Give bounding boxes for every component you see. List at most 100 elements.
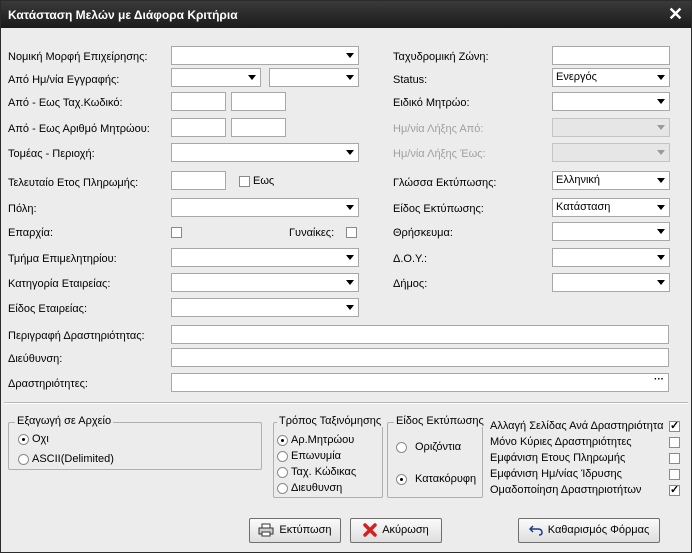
chevron-down-icon[interactable] [342,144,358,161]
status-label: Status: [393,74,428,86]
chevron-down-icon [653,144,669,161]
chevron-down-icon[interactable] [244,69,260,86]
undo-icon [528,525,543,536]
sort-radio-name[interactable] [277,451,288,462]
chevron-down-icon[interactable] [653,172,669,189]
option-label-main-only: Μόνο Κύριες Δραστηριότητες [490,436,632,448]
export-radio-no[interactable] [18,434,29,445]
print-kind-option-vertical: Κατακόρυφη [415,473,477,485]
postcode-from-input[interactable] [171,92,226,111]
province-checkbox[interactable] [171,227,182,238]
chevron-down-icon[interactable] [653,199,669,216]
last-payment-year-input[interactable] [171,171,226,190]
municipality-label: Δήμος: [393,278,428,290]
city-combo[interactable] [171,198,359,217]
sort-radio-regnum[interactable] [277,435,288,446]
last-payment-year-label: Τελευταίο Ετος Πληρωμής: [8,177,139,189]
export-radio-ascii[interactable] [18,454,29,465]
sort-option-postcode: Ταχ. Κώδικας [291,466,357,478]
status-combo[interactable]: Ενεργός [552,68,670,87]
chevron-down-icon[interactable] [342,47,358,64]
chevron-down-icon[interactable] [653,274,669,291]
separator [4,402,688,404]
special-registry-label: Ειδικό Μητρώο: [393,97,470,109]
chevron-down-icon[interactable] [342,274,358,291]
special-registry-combo[interactable] [552,92,670,111]
printer-icon [258,523,274,537]
ellipsis-button[interactable]: ··· [650,374,668,391]
sort-option-address: Διευθυνση [291,482,343,494]
print-language-combo[interactable]: Ελληνική [552,171,670,190]
chevron-down-icon[interactable] [342,69,358,86]
cancel-button-label: Ακύρωση [382,524,429,536]
option-checkbox-founding-date[interactable] [669,469,680,480]
legal-form-label: Νομική Μορφή Επιχείρησης: [8,51,148,63]
religion-label: Θρήσκευμα: [393,227,453,239]
title-bar[interactable]: Κατάσταση Μελών με Διάφορα Κριτήρια ✕ [1,1,691,28]
option-checkbox-page-break[interactable] [669,419,680,432]
chevron-down-icon[interactable] [342,199,358,216]
print-kind-radio-horizontal[interactable] [396,442,407,453]
clear-form-button-label: Καθαρισμός Φόρμας [547,524,650,536]
export-option-no: Οχι [32,433,49,445]
province-label: Επαρχία: [8,227,54,239]
tax-office-label: Δ.Ο.Υ.: [393,253,428,265]
chevron-down-icon [653,119,669,136]
chevron-down-icon[interactable] [653,69,669,86]
tax-office-combo[interactable] [552,248,670,267]
legal-form-combo[interactable] [171,46,359,65]
chevron-down-icon[interactable] [342,299,358,316]
postal-zone-label: Ταχυδρομική Ζώνη: [393,51,489,63]
option-label-founding-date: Εμφάνιση Ημ/νίας Ίδρυσης [490,468,622,480]
postal-zone-input[interactable] [552,46,670,65]
chamber-dept-label: Τμήμα Επιμελητηρίου: [8,253,117,265]
postcode-to-input[interactable] [231,92,286,111]
print-type-combo[interactable]: Κατάσταση [552,198,670,217]
company-type-combo[interactable] [171,298,359,317]
print-kind-radio-vertical[interactable] [396,474,407,485]
municipality-combo[interactable] [552,273,670,292]
dialog-window: Κατάσταση Μελών με Διάφορα Κριτήρια ✕ Νο… [0,0,692,553]
religion-combo[interactable] [552,222,670,241]
address-label: Διεύθυνση: [8,353,63,365]
address-input[interactable] [171,348,669,367]
close-icon[interactable]: ✕ [666,5,685,24]
option-checkbox-group-activities[interactable] [669,483,680,496]
activities-label: Δραστηριότητες: [8,378,88,390]
expiry-to-label: Ημ/νία Λήξης Έως: [393,148,486,160]
expiry-from-label: Ημ/νία Λήξης Από: [393,123,484,135]
status-value: Ενεργός [556,71,597,83]
activities-field[interactable]: ··· [171,373,669,392]
reg-date-to-combo[interactable] [269,68,359,87]
sort-radio-address[interactable] [277,483,288,494]
regnum-range-label: Από - Εως Αριθμό Μητρώου: [8,123,150,135]
print-button[interactable]: Εκτύπωση [249,518,341,543]
company-category-combo[interactable] [171,273,359,292]
print-kind-group: Είδος Εκτύπωσης [387,415,486,498]
clear-form-button[interactable]: Καθαρισμός Φόρμας [518,518,660,543]
chevron-down-icon[interactable] [653,93,669,110]
export-option-ascii: ASCII(Delimited) [32,453,114,465]
activity-description-input[interactable] [171,325,669,344]
chamber-dept-combo[interactable] [171,248,359,267]
option-label-group-activities: Ομαδοποίηση Δραστηριοτήτων [490,484,642,496]
chevron-down-icon[interactable] [342,249,358,266]
chevron-down-icon[interactable] [653,223,669,240]
company-type-label: Είδος Εταιρείας: [8,303,88,315]
option-checkbox-main-only[interactable] [669,437,680,448]
print-kind-option-horizontal: Οριζόντια [415,441,462,453]
cancel-button[interactable]: Ακύρωση [350,518,442,543]
option-checkbox-payment-year[interactable] [669,453,680,464]
sector-combo[interactable] [171,143,359,162]
export-group-title: Εξαγωγή σε Αρχείο [15,415,114,427]
women-checkbox[interactable] [346,227,357,238]
regnum-to-input[interactable] [231,118,286,137]
regnum-from-input[interactable] [171,118,226,137]
reg-date-from-combo[interactable] [171,68,261,87]
print-language-label: Γλώσσα Εκτύπωσης: [393,177,497,189]
sort-radio-postcode[interactable] [277,467,288,478]
until-checkbox[interactable] [239,176,250,187]
print-language-value: Ελληνική [556,174,601,186]
chevron-down-icon[interactable] [653,249,669,266]
expiry-from-combo [552,118,670,137]
